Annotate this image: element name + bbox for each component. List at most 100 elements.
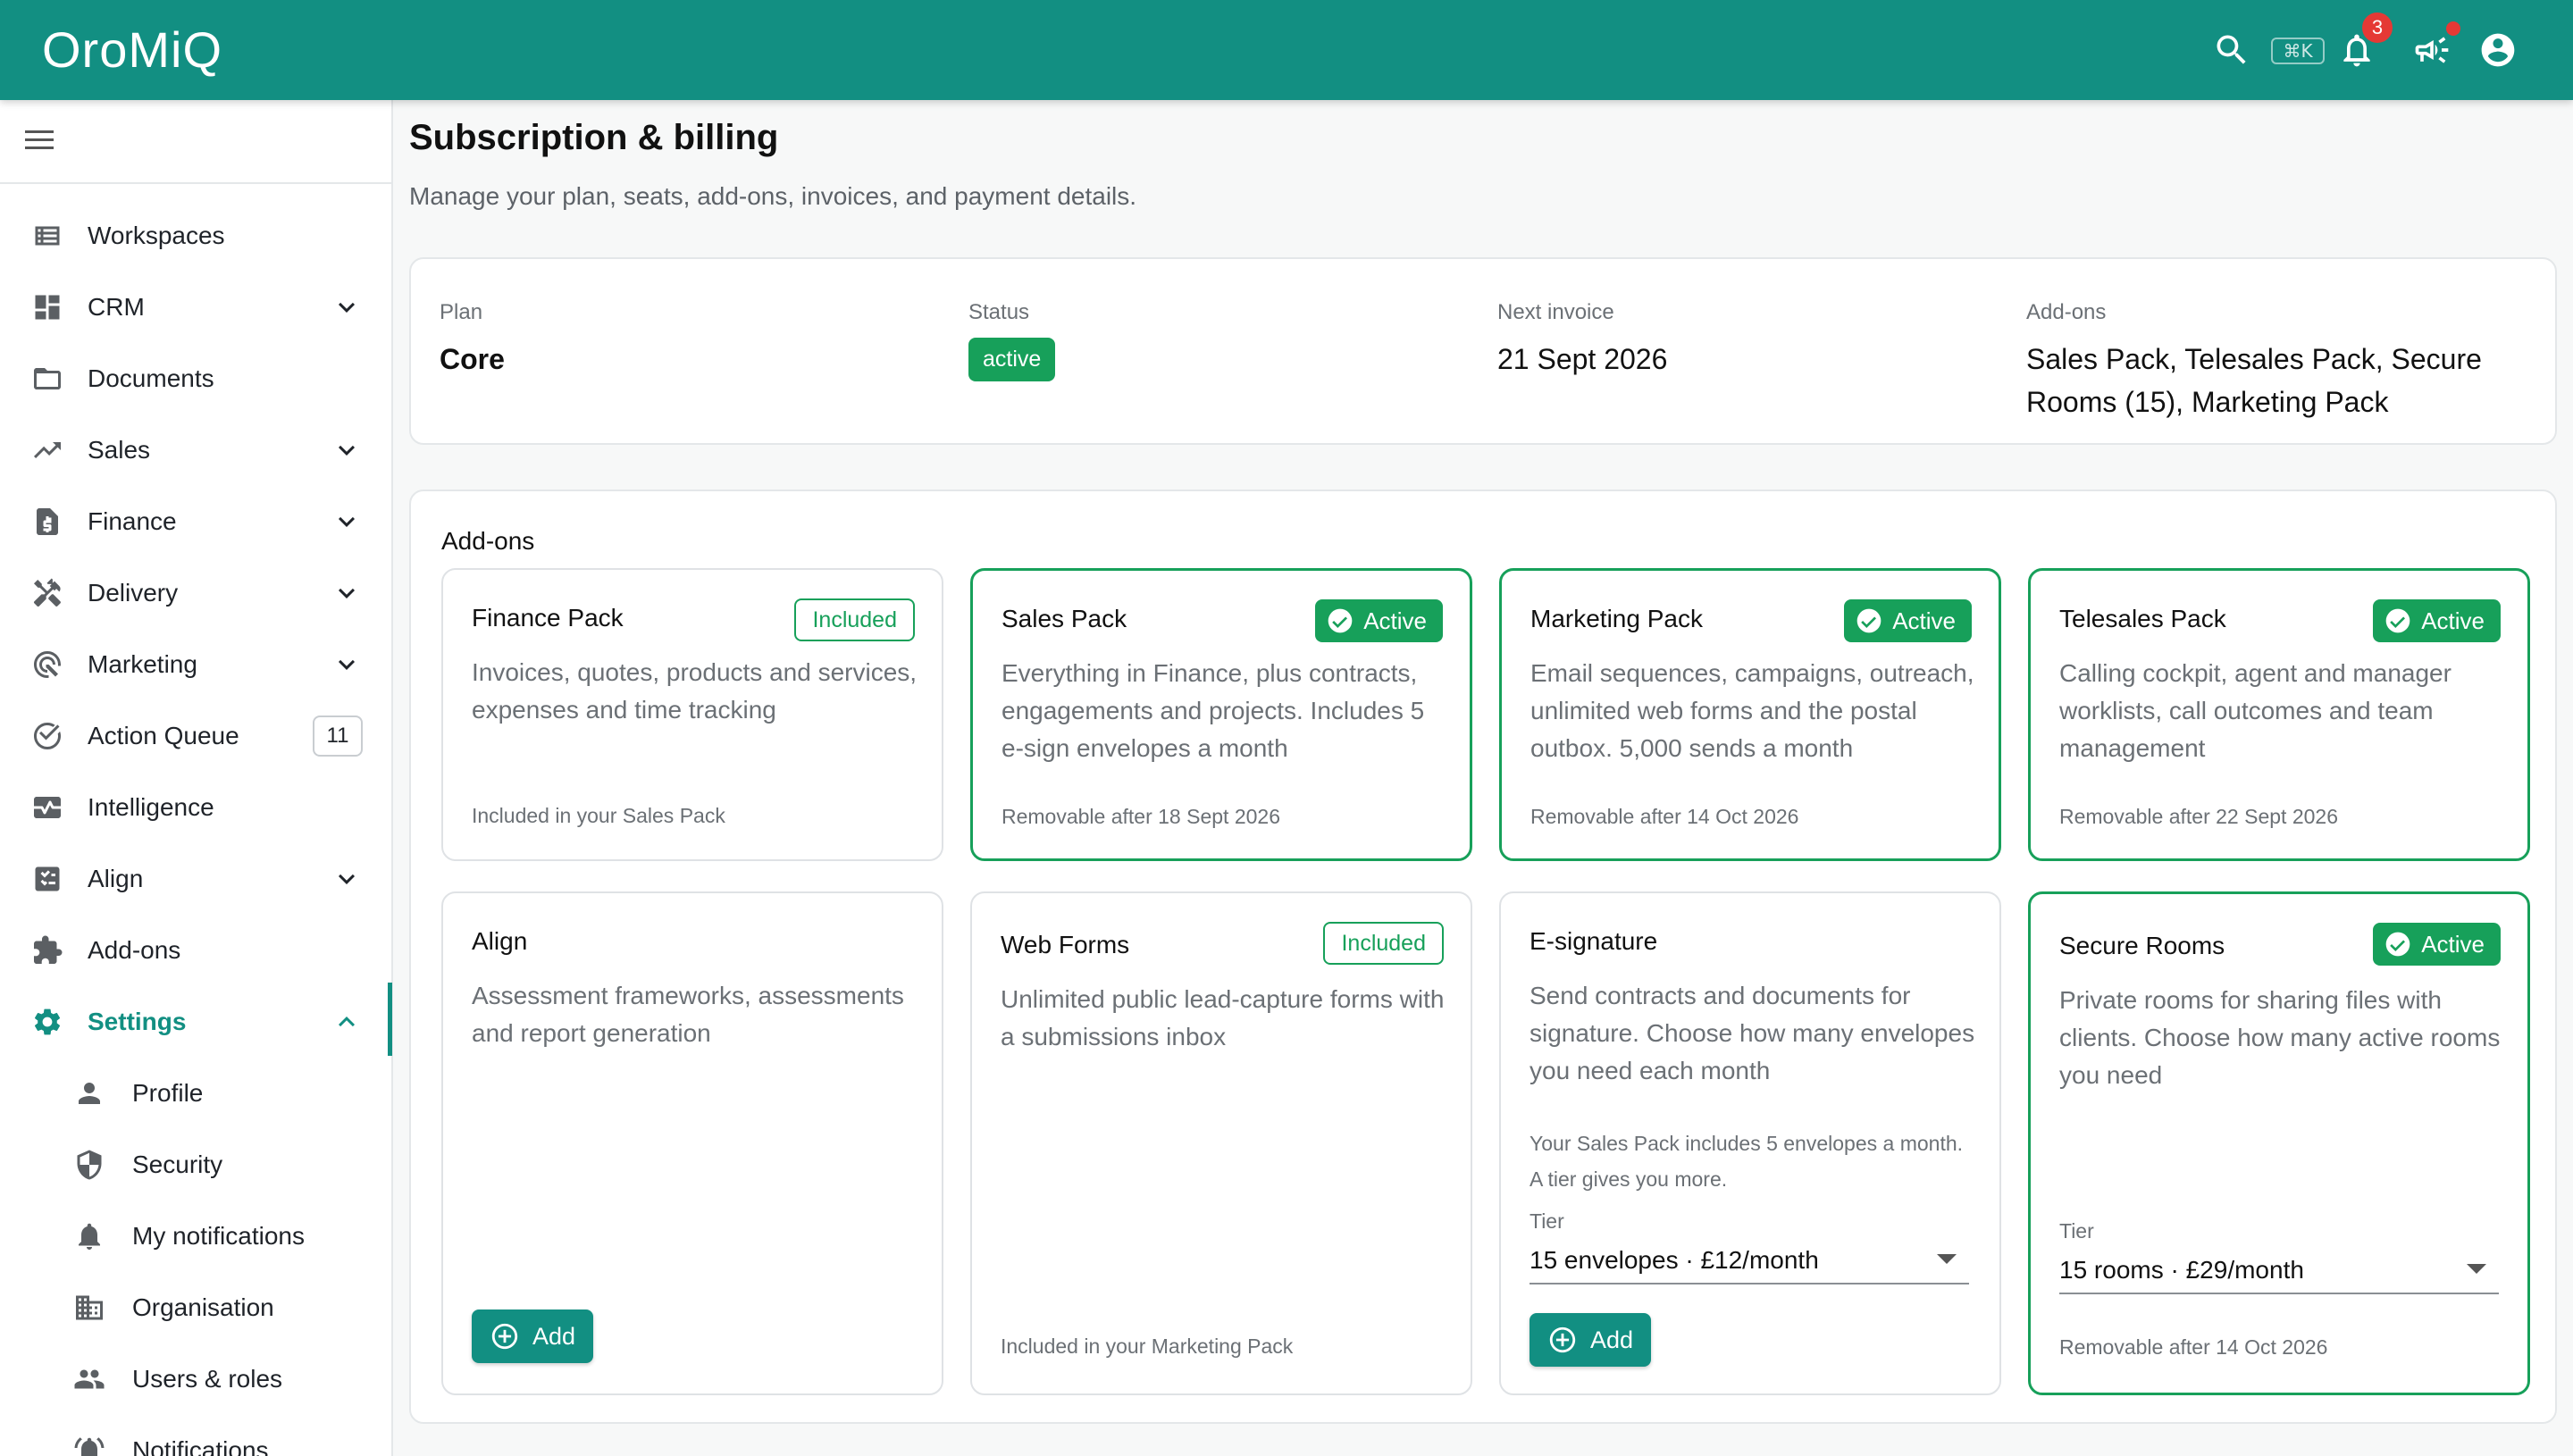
addon-card-finance-pack: Finance Pack Included Invoices, quotes, … bbox=[441, 568, 943, 861]
sidebar-item-label: Align bbox=[88, 865, 144, 892]
shortcut-hint: ⌘K bbox=[2271, 38, 2325, 64]
sidebar-item-profile[interactable]: Profile bbox=[0, 1061, 391, 1125]
addon-description: Send contracts and documents for signatu… bbox=[1530, 982, 1975, 1084]
next-invoice-label: Next invoice bbox=[1497, 300, 1614, 324]
addons-field: Add-ons Sales Pack, Telesales Pack, Secu… bbox=[2026, 300, 2527, 423]
sidebar-item-settings[interactable]: Settings bbox=[0, 990, 391, 1054]
add-button-label: Add bbox=[1589, 1326, 1634, 1353]
bell-icon bbox=[71, 1218, 107, 1254]
sidebar-item-label: Finance bbox=[88, 507, 177, 535]
addon-note: Removable after 14 Oct 2026 bbox=[2059, 1335, 2328, 1359]
sidebar-item-label: CRM bbox=[88, 293, 145, 321]
addons-label: Add-ons bbox=[2026, 300, 2107, 324]
envelope-tier-select[interactable]: 15 envelopes · £12/month bbox=[1530, 1238, 1969, 1284]
monitor-heart-icon bbox=[29, 790, 65, 825]
dropdown-arrow-icon bbox=[1937, 1254, 1957, 1264]
addon-name: Align bbox=[472, 927, 528, 955]
included-badge: Included bbox=[794, 598, 915, 641]
addons-section: Add-ons Finance Pack Included Invoices, … bbox=[409, 490, 2557, 1424]
sidebar-item-notifications[interactable]: Notifications bbox=[0, 1418, 391, 1456]
active-badge-label: Active bbox=[1892, 607, 1956, 634]
chevron-down-icon[interactable] bbox=[331, 863, 363, 895]
checklist-icon bbox=[29, 861, 65, 897]
alarm-icon bbox=[71, 1433, 107, 1456]
sidebar-item-label: My notifications bbox=[132, 1222, 305, 1250]
status-field: Status active bbox=[968, 300, 1056, 381]
addon-description: Unlimited public lead-capture forms with… bbox=[1001, 985, 1445, 1050]
check-circle-icon bbox=[2385, 932, 2410, 957]
sidebar-item-crm[interactable]: CRM bbox=[0, 275, 391, 339]
sidebar-item-finance[interactable]: Finance bbox=[0, 490, 391, 554]
sidebar-item-sales[interactable]: Sales bbox=[0, 418, 391, 482]
menu-icon[interactable] bbox=[25, 125, 61, 161]
check-circle-icon bbox=[1328, 608, 1353, 633]
addons-section-title: Add-ons bbox=[441, 527, 535, 555]
tier-value: 15 envelopes · £12/month bbox=[1530, 1246, 1819, 1274]
addon-description: Private rooms for sharing files with cli… bbox=[2059, 986, 2501, 1089]
shield-icon bbox=[71, 1147, 107, 1183]
addon-name: Marketing Pack bbox=[1530, 605, 1703, 632]
addon-note: Included in your Sales Pack bbox=[472, 804, 725, 827]
brand-logo[interactable]: OroMiQ bbox=[42, 21, 222, 79]
sidebar-item-label: Delivery bbox=[88, 579, 179, 607]
status-label: Status bbox=[968, 300, 1030, 324]
tier-value: 15 rooms · £29/month bbox=[2059, 1256, 2304, 1284]
sidebar-item-documents[interactable]: Documents bbox=[0, 347, 391, 411]
addons-value: Sales Pack, Telesales Pack, Secure Rooms… bbox=[2026, 343, 2482, 418]
active-badge: Active bbox=[2373, 599, 2501, 642]
chevron-down-icon[interactable] bbox=[331, 649, 363, 681]
sidebar-item-organisation[interactable]: Organisation bbox=[0, 1276, 391, 1340]
addon-note: Removable after 18 Sept 2026 bbox=[1002, 805, 1280, 828]
sidebar-item-users-roles[interactable]: Users & roles bbox=[0, 1347, 391, 1411]
addon-card-web-forms: Web Forms Included Unlimited public lead… bbox=[970, 891, 1472, 1395]
person-icon bbox=[71, 1075, 107, 1111]
sidebar-item-label: Organisation bbox=[132, 1293, 274, 1321]
chevron-down-icon[interactable] bbox=[331, 434, 363, 466]
active-badge: Active bbox=[1315, 599, 1443, 642]
sidebar-item-intelligence[interactable]: Intelligence bbox=[0, 775, 391, 840]
add-e-signature-button[interactable]: Add bbox=[1530, 1313, 1651, 1367]
plan-label: Plan bbox=[440, 300, 483, 324]
addon-description: Assessment frameworks, assessments and r… bbox=[472, 982, 904, 1047]
notification-count-badge: 3 bbox=[2360, 11, 2394, 45]
sidebar-item-marketing[interactable]: Marketing bbox=[0, 632, 391, 697]
addon-description: Invoices, quotes, products and services,… bbox=[472, 658, 918, 724]
sidebar-item-add-ons[interactable]: Add-ons bbox=[0, 918, 391, 983]
addon-card-telesales-pack: Telesales Pack Active Calling cockpit, a… bbox=[2028, 568, 2530, 861]
addon-description: Email sequences, campaigns, outreach, un… bbox=[1530, 659, 1974, 762]
included-badge: Included bbox=[1323, 922, 1444, 965]
addon-card-align: Align Assessment frameworks, assessments… bbox=[441, 891, 943, 1395]
active-indicator bbox=[388, 983, 392, 1056]
chevron-down-icon[interactable] bbox=[331, 577, 363, 609]
addon-name: Finance Pack bbox=[472, 604, 624, 632]
sidebar-item-my-notifications[interactable]: My notifications bbox=[0, 1204, 391, 1268]
plan-value: Core bbox=[440, 343, 505, 375]
active-badge-label: Active bbox=[2421, 607, 2485, 634]
puzzle-icon bbox=[29, 933, 65, 968]
next-invoice-field: Next invoice 21 Sept 2026 bbox=[1497, 300, 1667, 381]
add-align-button[interactable]: Add bbox=[472, 1310, 593, 1363]
addon-note: Removable after 22 Sept 2026 bbox=[2059, 805, 2338, 828]
chevron-down-icon[interactable] bbox=[331, 506, 363, 538]
trending-up-icon bbox=[29, 432, 65, 468]
chevron-up-icon[interactable] bbox=[331, 1006, 363, 1038]
addon-card-secure-rooms: Secure Rooms Active Private rooms for sh… bbox=[2028, 891, 2530, 1395]
account-icon[interactable] bbox=[2473, 25, 2523, 75]
folder-icon bbox=[29, 361, 65, 397]
sidebar-item-label: Workspaces bbox=[88, 222, 225, 249]
sidebar-item-action-queue[interactable]: Action Queue 11 bbox=[0, 704, 391, 768]
sidebar-item-delivery[interactable]: Delivery bbox=[0, 561, 391, 625]
sidebar-item-label: Intelligence bbox=[88, 793, 214, 821]
addon-card-e-signature: E-signature Send contracts and documents… bbox=[1499, 891, 2001, 1395]
active-badge: Active bbox=[2373, 923, 2501, 966]
chevron-down-icon[interactable] bbox=[331, 291, 363, 323]
sidebar-item-label: Marketing bbox=[88, 650, 197, 678]
addon-name: Secure Rooms bbox=[2059, 932, 2225, 959]
sidebar-item-security[interactable]: Security bbox=[0, 1133, 391, 1197]
sidebar-item-align[interactable]: Align bbox=[0, 847, 391, 911]
search-icon[interactable] bbox=[2207, 25, 2257, 75]
sidebar-item-workspaces[interactable]: Workspaces bbox=[0, 204, 391, 268]
subscription-summary-card: Plan Core Status active Next invoice 21 … bbox=[409, 257, 2557, 445]
sidebar-item-label: Users & roles bbox=[132, 1365, 283, 1393]
rooms-tier-select[interactable]: 15 rooms · £29/month bbox=[2059, 1248, 2499, 1294]
